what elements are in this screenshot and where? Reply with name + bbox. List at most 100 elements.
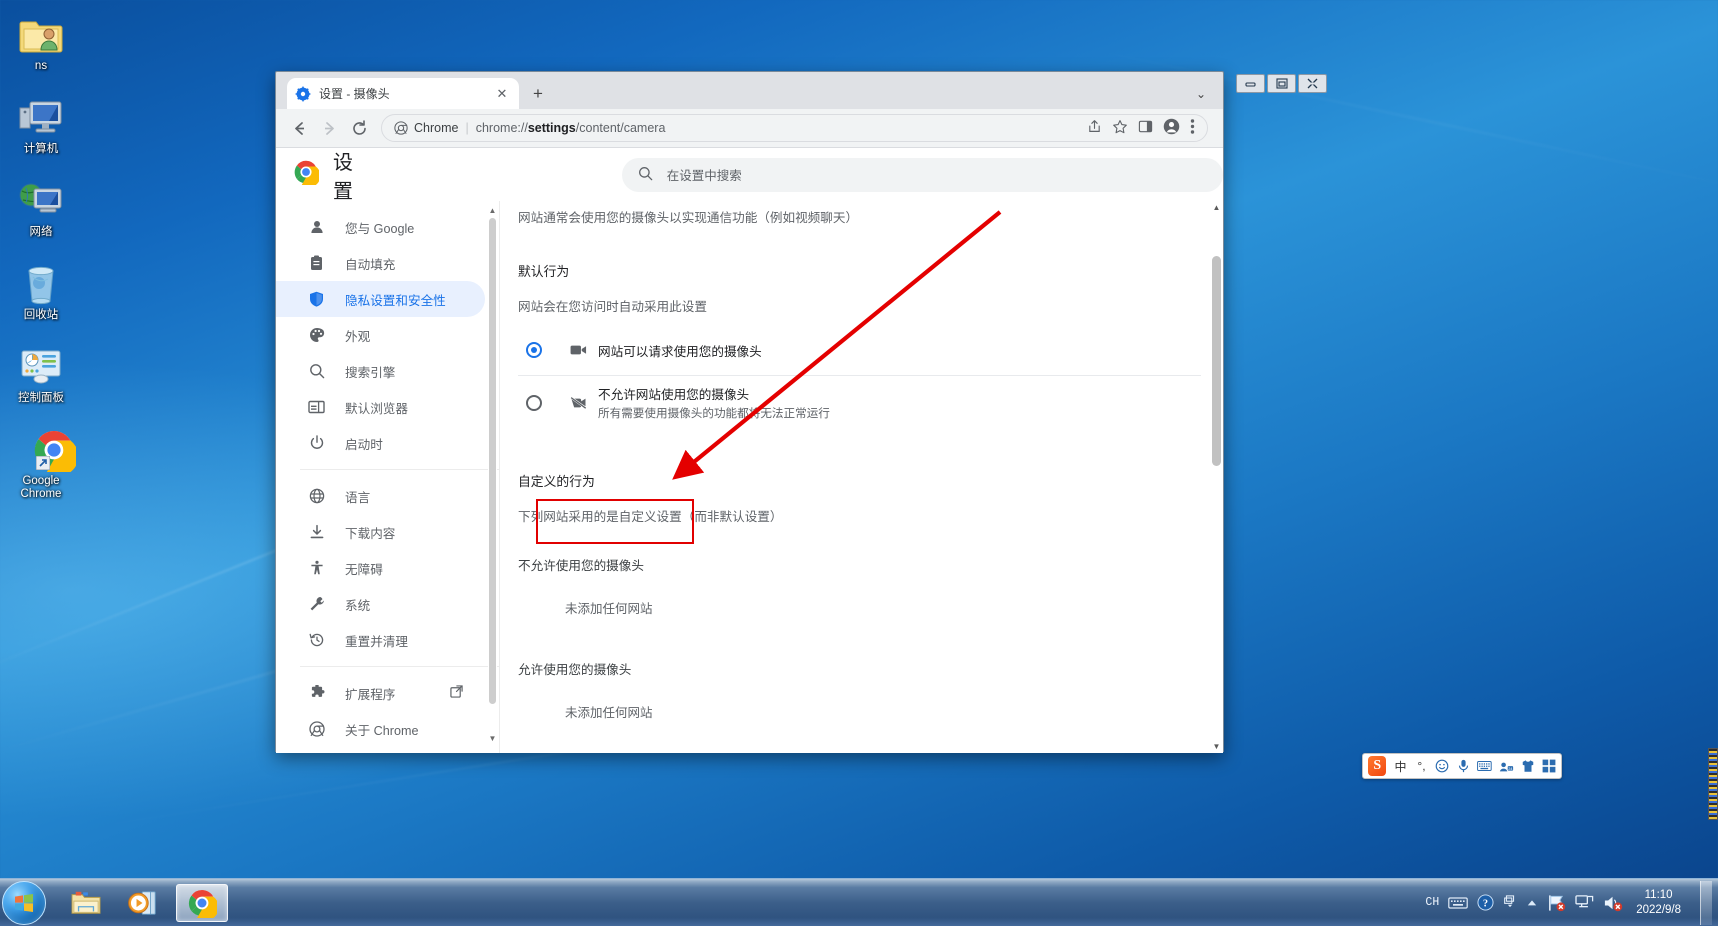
help-icon[interactable]: ? <box>1477 894 1494 911</box>
radio-option-block[interactable]: 不允许网站使用您的摄像头 所有需要使用摄像头的功能都将无法正常运行 <box>518 375 1201 429</box>
tab-close-icon[interactable]: ✕ <box>493 85 511 103</box>
sidebar-item-label: 启动时 <box>345 437 383 452</box>
radio-button-allow[interactable] <box>526 342 542 358</box>
content-scrollbar[interactable]: ▲ ▼ <box>1210 201 1223 753</box>
settings-sidebar: 您与 Google 自动填充 隐私设置和安全性 外观 搜索引擎 默认浏览器 启动… <box>276 201 500 753</box>
sidebar-item-label: 默认浏览器 <box>345 401 408 416</box>
scroll-up-arrow-icon[interactable]: ▲ <box>488 204 497 216</box>
sidebar-item-privacy-and-security[interactable]: 隐私设置和安全性 <box>276 281 485 317</box>
back-button[interactable] <box>285 114 313 142</box>
desktop-icon-recycle-bin[interactable]: 回收站 <box>4 257 78 322</box>
desktop-icon-computer[interactable]: 计算机 <box>4 91 78 156</box>
radio-option-allow[interactable]: 网站可以请求使用您的摄像头 <box>518 325 1201 375</box>
scroll-down-arrow-icon[interactable]: ▼ <box>1210 740 1223 753</box>
taskbar-clock[interactable]: 11:10 2022/9/8 <box>1632 888 1691 918</box>
svg-text:?: ? <box>1483 898 1488 909</box>
sidebar-item-appearance[interactable]: 外观 <box>276 317 485 353</box>
reload-button[interactable] <box>345 114 373 142</box>
forward-button[interactable] <box>315 114 343 142</box>
globe-icon <box>308 488 325 505</box>
desktop-icon-ns[interactable]: ns <box>4 8 78 73</box>
radio-button-block[interactable] <box>526 394 542 411</box>
tray-language-indicator[interactable]: CH <box>1425 896 1439 909</box>
emoji-icon[interactable] <box>1435 759 1449 773</box>
taskbar-item-media-player[interactable] <box>118 884 170 922</box>
sidebar-item-you-and-google[interactable]: 您与 Google <box>276 209 485 245</box>
scroll-up-arrow-icon[interactable]: ▲ <box>1210 201 1223 214</box>
network-status-icon[interactable] <box>1575 894 1594 911</box>
close-button[interactable] <box>1298 73 1327 93</box>
profile-avatar-icon[interactable] <box>1163 118 1180 138</box>
sidebar-item-system[interactable]: 系统 <box>276 586 485 622</box>
camera-off-icon <box>568 395 588 410</box>
sidebar-item-accessibility[interactable]: 无障碍 <box>276 550 485 586</box>
sogou-logo-icon[interactable]: S <box>1368 756 1387 776</box>
sidebar-item-about-chrome[interactable]: 关于 Chrome <box>276 711 485 747</box>
chevron-down-icon[interactable]: ⌄ <box>1193 86 1209 102</box>
show-hidden-icons-icon[interactable] <box>1526 898 1538 908</box>
sidebar-item-reset-and-cleanup[interactable]: 重置并清理 <box>276 622 485 658</box>
voice-input-icon[interactable] <box>1456 759 1470 773</box>
radio-label-block: 不允许网站使用您的摄像头 所有需要使用摄像头的功能都将无法正常运行 <box>598 384 830 421</box>
sidebar-item-label: 外观 <box>345 329 371 344</box>
settings-search-input[interactable]: 在设置中搜索 <box>667 165 742 184</box>
content-scroll-thumb[interactable] <box>1212 256 1221 466</box>
scroll-down-arrow-icon[interactable]: ▼ <box>488 732 497 744</box>
sidebar-item-default-browser[interactable]: 默认浏览器 <box>276 389 485 425</box>
keyboard-icon[interactable] <box>1448 896 1469 910</box>
star-icon[interactable] <box>1112 119 1128 138</box>
radio-label-allow-title: 网站可以请求使用您的摄像头 <box>598 344 762 359</box>
sidebar-item-label: 重置并清理 <box>345 634 408 649</box>
taskbar-item-file-explorer[interactable] <box>60 884 112 922</box>
sidebar-item-label: 系统 <box>345 598 371 613</box>
sidebar-item-downloads[interactable]: 下载内容 <box>276 514 485 550</box>
sidebar-scroll-thumb[interactable] <box>489 218 496 704</box>
three-dot-menu-icon[interactable] <box>1190 118 1195 138</box>
sidebar-item-extensions[interactable]: 扩展程序 <box>276 675 485 711</box>
share-icon[interactable] <box>1087 119 1102 137</box>
clock-time: 11:10 <box>1644 888 1673 901</box>
recycle-bin-icon <box>4 261 78 307</box>
chinese-mode-icon[interactable]: 中 <box>1393 758 1407 775</box>
soft-keyboard-icon[interactable] <box>1477 760 1493 772</box>
show-desktop-button[interactable] <box>1700 880 1712 925</box>
power-icon <box>308 435 325 452</box>
sidebar-scrollbar[interactable]: ▲ ▼ <box>488 204 497 744</box>
toolbox-icon[interactable] <box>1542 759 1556 773</box>
skin-theme-icon[interactable] <box>1521 759 1535 773</box>
sidebar-item-label: 语言 <box>345 490 371 505</box>
sidebar-item-autofill[interactable]: 自动填充 <box>276 245 485 281</box>
user-avatar-icon[interactable]: 24 <box>1499 760 1514 773</box>
action-center-flag-icon[interactable] <box>1547 894 1566 912</box>
desktop-icon-network[interactable]: 网络 <box>4 174 78 239</box>
browser-tab[interactable]: 设置 - 摄像头 ✕ <box>287 78 519 109</box>
new-tab-button[interactable]: + <box>527 83 549 105</box>
address-bar[interactable]: Chrome | chrome://settings/content/camer… <box>381 114 1208 142</box>
camera-icon <box>568 343 588 357</box>
side-panel-icon[interactable] <box>1138 119 1153 137</box>
history-restore-icon <box>308 632 325 649</box>
sidebar-item-search-engine[interactable]: 搜索引擎 <box>276 353 485 389</box>
sidebar-item-on-startup[interactable]: 启动时 <box>276 425 485 461</box>
puzzle-icon <box>308 685 325 702</box>
settings-page: 设置 在设置中搜索 您与 Google 自动填充 隐私设置和安全性 外观 搜索引… <box>276 148 1223 753</box>
taskbar-item-chrome[interactable] <box>176 883 228 922</box>
sidebar-item-label: 扩展程序 <box>345 687 396 702</box>
desktop-icon-google-chrome[interactable]: Google Chrome <box>4 423 78 501</box>
minimize-button[interactable] <box>1236 73 1265 93</box>
windows-start-orb-icon[interactable] <box>2 880 46 925</box>
palette-icon <box>308 327 325 344</box>
window-switch-icon[interactable] <box>1503 894 1517 911</box>
maximize-button[interactable] <box>1267 73 1296 93</box>
screen-edge-color-strip <box>1708 748 1718 820</box>
volume-muted-icon[interactable] <box>1603 894 1623 912</box>
radio-label-block-sub: 所有需要使用摄像头的功能都将无法正常运行 <box>598 407 830 420</box>
window-controls <box>1236 71 1332 95</box>
sidebar-item-languages[interactable]: 语言 <box>276 478 485 514</box>
settings-search-box[interactable]: 在设置中搜索 <box>621 157 1223 192</box>
sidebar-item-label: 搜索引擎 <box>345 365 396 380</box>
user-folder-icon <box>4 12 78 58</box>
punctuation-icon[interactable]: °, <box>1414 759 1428 773</box>
desktop-icon-control-panel[interactable]: 控制面板 <box>4 340 78 405</box>
system-tray: CH ? 11:10 2022/9/8 <box>1425 880 1718 925</box>
